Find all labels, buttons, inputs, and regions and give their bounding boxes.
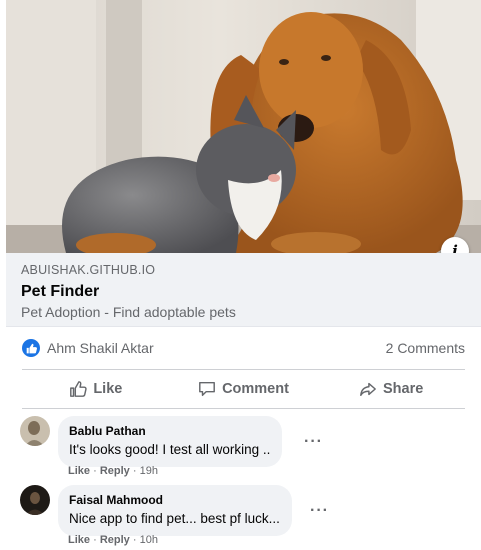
share-button[interactable]: Share	[317, 370, 465, 408]
comment-footer: Like · Reply · 19h	[68, 465, 158, 477]
comment-footer: Like · Reply · 10h	[68, 534, 158, 546]
share-arrow-icon	[360, 382, 376, 397]
comment-reply-button[interactable]: Reply	[100, 534, 130, 546]
like-label: Like	[93, 381, 123, 397]
link-preview-meta[interactable]: ABUISHAK.GITHUB.IO Pet Finder Pet Adopti…	[6, 253, 481, 327]
comment-like-button[interactable]: Like	[68, 465, 90, 477]
comment-count[interactable]: 2 Comments	[386, 340, 465, 356]
speech-bubble-icon	[199, 381, 215, 397]
comment-reply-button[interactable]: Reply	[100, 465, 130, 477]
more-options-icon[interactable]: ···	[304, 433, 323, 451]
avatar[interactable]	[20, 416, 50, 446]
comment-button[interactable]: Comment	[170, 370, 318, 408]
separator: ·	[93, 465, 97, 477]
comment-item: Bablu Pathan It's looks good! I test all…	[20, 416, 480, 480]
share-label: Share	[383, 381, 424, 397]
reactions-summary[interactable]: Ahm Shakil Aktar	[22, 337, 154, 359]
post-card: i ABUISHAK.GITHUB.IO Pet Finder Pet Adop…	[6, 0, 481, 550]
like-button[interactable]: Like	[22, 370, 170, 408]
reactor-name[interactable]: Ahm Shakil Aktar	[47, 340, 154, 356]
comment-label: Comment	[222, 381, 289, 397]
more-options-icon[interactable]: ···	[310, 502, 329, 520]
separator: ·	[132, 534, 137, 546]
link-domain: ABUISHAK.GITHUB.IO	[21, 263, 156, 277]
comment-text: Nice app to find pet... best pf luck...	[69, 511, 280, 526]
separator: ·	[93, 534, 97, 546]
comment-author[interactable]: Faisal Mahmood	[69, 492, 280, 508]
comment-bubble: Bablu Pathan It's looks good! I test all…	[58, 416, 283, 467]
comment-time[interactable]: 10h	[140, 534, 158, 546]
thumbs-up-outline-icon	[70, 381, 87, 397]
link-preview-image[interactable]	[6, 0, 481, 253]
comment-author[interactable]: Bablu Pathan	[69, 423, 270, 439]
thumbs-up-icon	[22, 339, 40, 357]
post-action-bar: Like Comment Share	[22, 369, 465, 409]
comment-like-button[interactable]: Like	[68, 534, 90, 546]
comment-text: It's looks good! I test all working ..	[69, 442, 271, 457]
link-subtitle: Pet Adoption - Find adoptable pets	[21, 304, 236, 320]
dog-and-cat-photo	[6, 0, 481, 253]
comment-item: Faisal Mahmood Nice app to find pet... b…	[20, 485, 480, 549]
avatar[interactable]	[20, 485, 50, 515]
comment-bubble: Faisal Mahmood Nice app to find pet... b…	[58, 485, 292, 536]
separator: ·	[132, 465, 137, 477]
link-title[interactable]: Pet Finder	[21, 283, 99, 301]
comment-time[interactable]: 19h	[140, 465, 158, 477]
